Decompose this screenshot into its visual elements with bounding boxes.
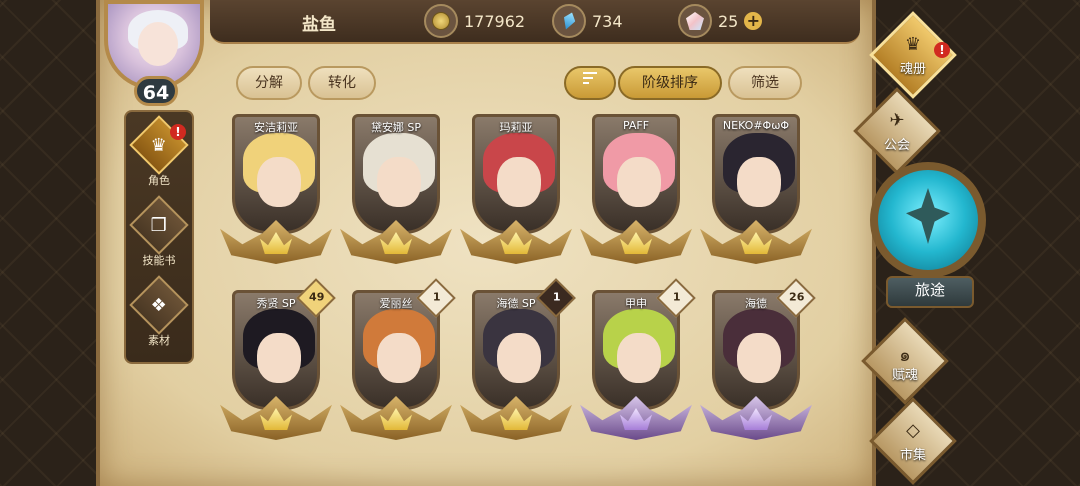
character-card[interactable]: NEKO#ΦωΦ (700, 114, 812, 266)
character-name: 安洁莉亚 (254, 121, 298, 134)
skill-book-icon: ❒ (129, 195, 189, 255)
player-level-badge: 64 (134, 76, 178, 106)
alert-icon: ! (170, 124, 186, 140)
sidebar-item-material[interactable]: ❖ 素材 (126, 275, 192, 350)
crystal-resource: 734 (552, 4, 623, 38)
nav-label: 赋魂 (891, 368, 918, 383)
add-gem-button[interactable]: + (744, 12, 763, 30)
nav-label: 魂册 (899, 62, 926, 77)
character-name: 黛安娜 SP (370, 121, 422, 134)
character-level: 1 (432, 290, 441, 304)
character-card[interactable]: 玛莉亚 (460, 114, 572, 266)
gem-icon (678, 4, 712, 38)
gold-resource: 177962 (424, 4, 525, 38)
character-level: 49 (309, 290, 325, 304)
guild-icon: ✈ (889, 110, 905, 131)
character-portrait: 玛莉亚 (472, 114, 560, 234)
nav-guild[interactable]: ✈ 公会 (852, 87, 942, 175)
character-card[interactable]: PAFF (580, 114, 692, 266)
character-card[interactable]: 海德 SP 1 (460, 278, 576, 442)
character-portrait: PAFF (592, 114, 680, 234)
gold-coin-icon (424, 4, 458, 38)
sort-by-rank-button[interactable]: 阶级排序 (618, 66, 722, 100)
character-name: NEKO#ΦωΦ (722, 119, 790, 132)
filter-button[interactable]: 筛选 (728, 66, 802, 100)
gem-amount: 25 (718, 11, 739, 31)
sidebar-item-skill-book[interactable]: ❒ 技能书 (126, 195, 192, 270)
character-level: 1 (672, 290, 681, 304)
player-avatar[interactable]: 64 (96, 0, 216, 106)
player-name: 盐鱼 (302, 15, 336, 35)
character-name: PAFF (622, 119, 650, 132)
nav-market[interactable]: ◇ 市集 (868, 397, 958, 485)
character-card[interactable]: 爱丽丝 1 (340, 278, 456, 442)
nav-bestow[interactable]: ๑ 赋魂 (860, 317, 950, 405)
decompose-button[interactable]: 分解 (236, 66, 302, 100)
character-portrait: 安洁莉亚 (232, 114, 320, 234)
character-level: 26 (789, 290, 805, 304)
swirl-icon: ๑ (899, 345, 911, 366)
sort-icon (583, 69, 597, 87)
market-icon: ◇ (906, 420, 920, 441)
nav-journey[interactable]: 旅途 (866, 158, 990, 308)
character-card[interactable]: 海德 26 (700, 278, 816, 442)
character-card[interactable]: 秀贤 SP 49 (220, 278, 336, 442)
sort-order-button[interactable] (564, 66, 616, 100)
convert-button[interactable]: 转化 (308, 66, 376, 100)
material-icon: ❖ (129, 275, 189, 335)
journey-label: 旅途 (886, 276, 974, 308)
character-card[interactable]: 甲申 1 (580, 278, 696, 442)
character-portrait: 黛安娜 SP (352, 114, 440, 234)
character-card[interactable]: 黛安娜 SP (340, 114, 452, 266)
gold-amount: 177962 (464, 11, 526, 31)
crystal-icon (552, 4, 586, 38)
character-level: 1 (552, 290, 561, 304)
nav-soul-book[interactable]: ♛ 魂册 ! (868, 11, 958, 99)
character-card[interactable]: 安洁莉亚 (220, 114, 332, 266)
character-portrait: NEKO#ΦωΦ (712, 114, 800, 234)
nav-label: 公会 (883, 138, 910, 153)
nav-label: 市集 (899, 448, 926, 463)
gem-resource: 25 + (678, 4, 763, 38)
crystal-amount: 734 (592, 11, 623, 31)
alert-icon: ! (934, 42, 950, 58)
character-name: 玛莉亚 (499, 121, 533, 134)
soul-book-icon: ♛ (904, 34, 922, 55)
sidebar: ♛ 角色 ! ❒ 技能书 ❖ 素材 (124, 110, 194, 364)
sidebar-item-character[interactable]: ♛ 角色 ! (126, 115, 192, 190)
